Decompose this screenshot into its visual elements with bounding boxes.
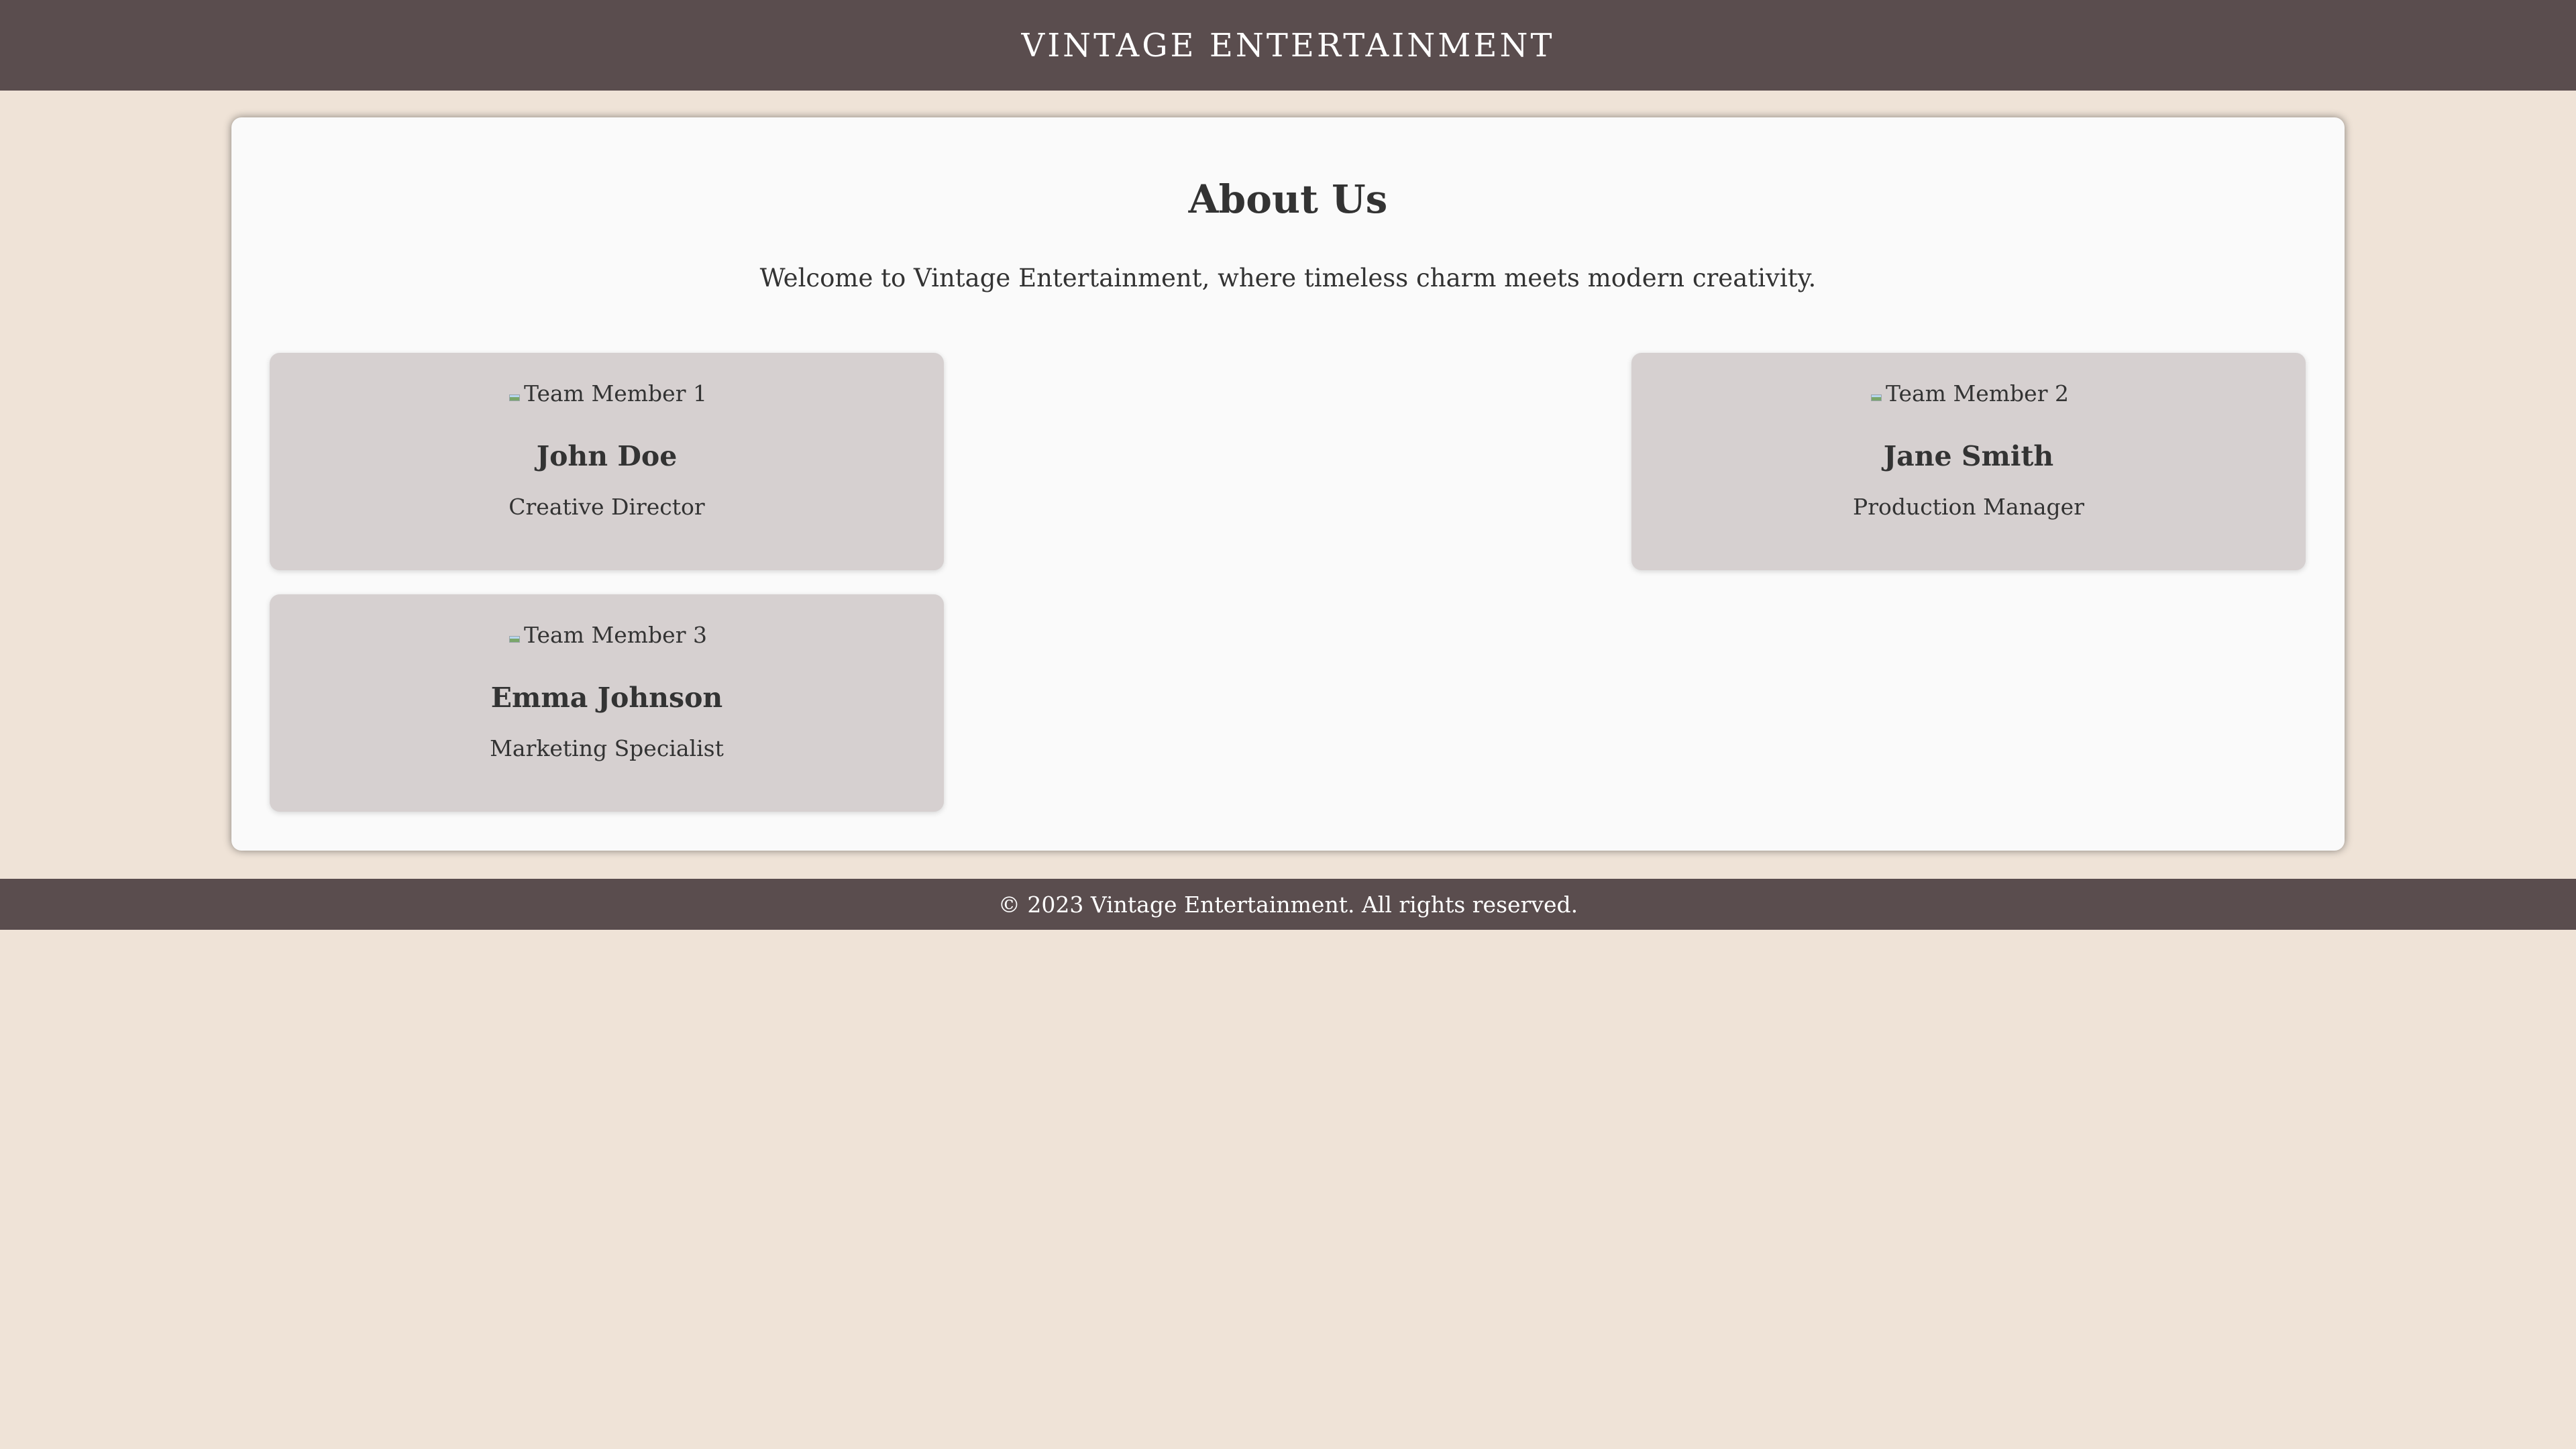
team-card-emma-johnson: Team Member 3 Emma Johnson Marketing Spe… <box>270 594 944 812</box>
broken-image-icon <box>1868 388 1884 404</box>
about-panel: About Us Welcome to Vintage Entertainmen… <box>231 117 2345 851</box>
photo-alt-text: Team Member 3 <box>524 622 707 648</box>
intro-text: Welcome to Vintage Entertainment, where … <box>759 264 1817 292</box>
team-member-photo: Team Member 1 <box>270 380 944 407</box>
copyright-text: © 2023 Vintage Entertainment. All rights… <box>998 891 1578 918</box>
member-name: John Doe <box>536 440 678 472</box>
team-card-jane-smith: Team Member 2 Jane Smith Production Mana… <box>1631 353 2306 570</box>
member-name: Jane Smith <box>1883 440 2054 472</box>
photo-alt-text: Team Member 2 <box>1886 380 2069 407</box>
team-member-photo: Team Member 3 <box>270 622 944 648</box>
site-title: VINTAGE ENTERTAINMENT <box>1021 26 1555 64</box>
broken-image-icon <box>506 388 523 404</box>
site-header: VINTAGE ENTERTAINMENT <box>0 0 2576 91</box>
site-footer: © 2023 Vintage Entertainment. All rights… <box>0 879 2576 930</box>
member-role: Production Manager <box>1853 494 2084 520</box>
member-name: Emma Johnson <box>490 682 723 714</box>
photo-alt-text: Team Member 1 <box>524 380 707 407</box>
broken-image-icon <box>506 629 523 645</box>
member-role: Creative Director <box>508 494 705 520</box>
team-card-john-doe: Team Member 1 John Doe Creative Director <box>270 353 944 570</box>
page-title: About Us <box>1188 176 1388 222</box>
team-member-photo: Team Member 2 <box>1631 380 2306 407</box>
member-role: Marketing Specialist <box>490 735 724 761</box>
